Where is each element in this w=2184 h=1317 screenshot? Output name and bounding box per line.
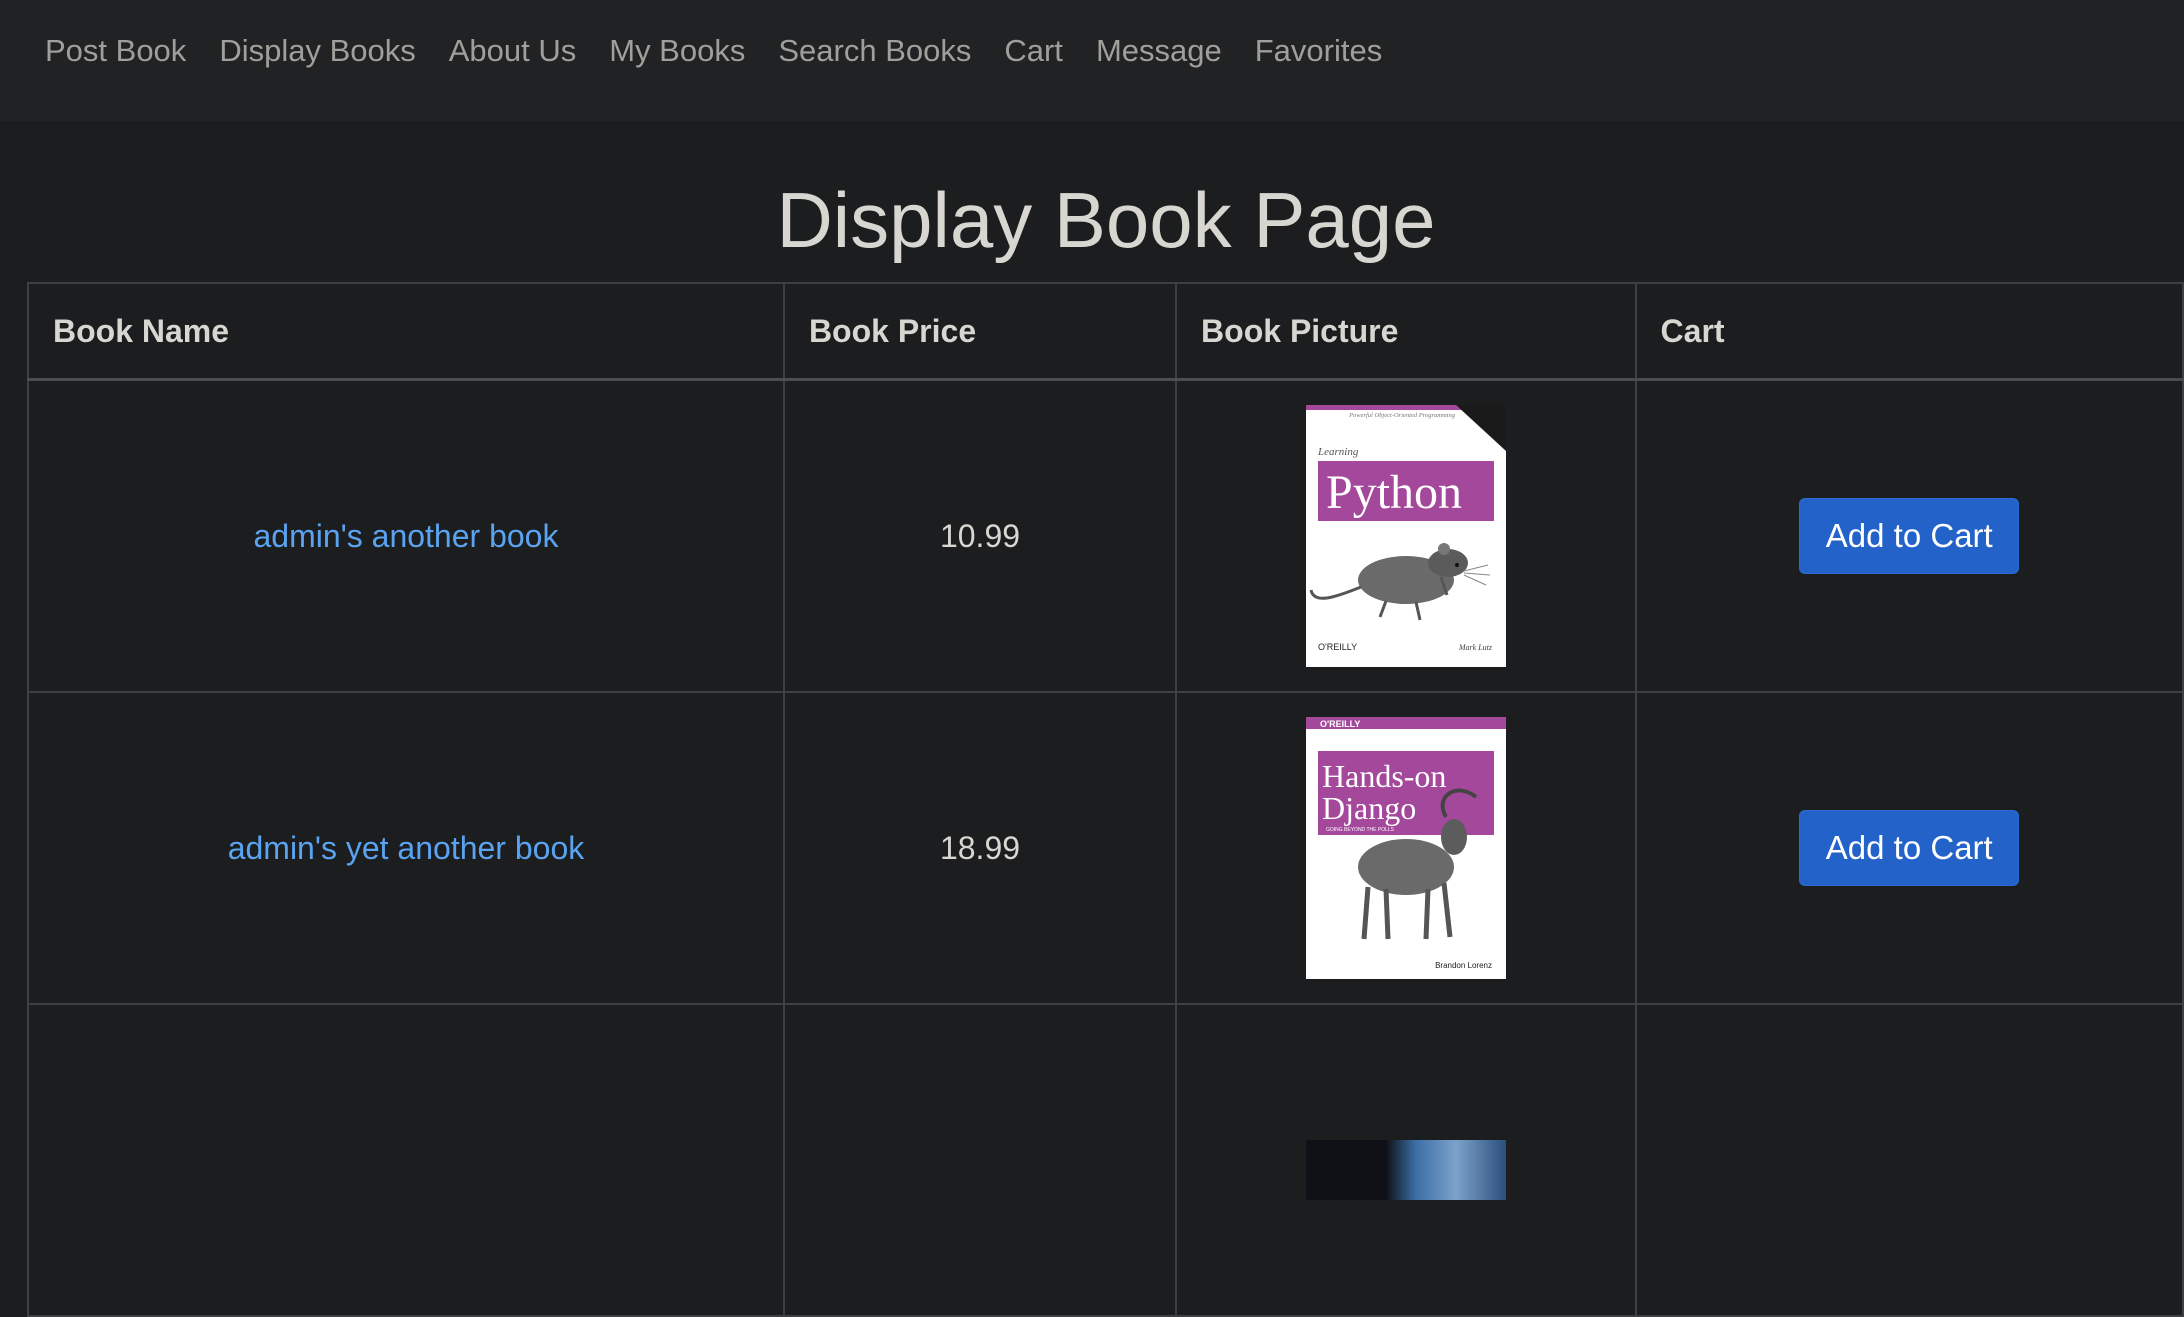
cart-cell: Add to Cart — [1634, 691, 2184, 1005]
book-table: Book Name Book Price Book Picture Cart a… — [27, 282, 2184, 1317]
nav-my-books[interactable]: My Books — [609, 28, 745, 74]
header-book-picture: Book Picture — [1175, 282, 1637, 381]
book-cover-image — [1305, 1139, 1506, 1200]
python-cover-art: Powerful Object-Oriented Programming Lea… — [1305, 405, 1506, 667]
header-book-name: Book Name — [27, 282, 785, 381]
nav-search-books[interactable]: Search Books — [778, 28, 971, 74]
add-to-cart-button[interactable]: Add to Cart — [1799, 498, 2020, 574]
nav-post-book[interactable]: Post Book — [45, 28, 186, 74]
top-navbar: Post Book Display Books About Us My Book… — [0, 0, 2184, 121]
book-picture-cell: O'REILLY Hands-on Django GOING BEYOND TH… — [1175, 691, 1637, 1005]
table-header-row: Book Name Book Price Book Picture Cart — [27, 282, 2184, 381]
nav-about-us[interactable]: About Us — [449, 28, 577, 74]
page-title: Display Book Page — [776, 176, 1436, 264]
svg-text:Brandon Lorenz: Brandon Lorenz — [1435, 961, 1492, 970]
book-price-cell: 18.99 — [782, 691, 1178, 1005]
svg-text:Django: Django — [1322, 790, 1416, 826]
header-book-price: Book Price — [782, 282, 1178, 381]
book-price: 10.99 — [939, 517, 1021, 554]
table-row — [27, 1003, 2184, 1317]
table-row: admin's yet another book 18.99 O'REILLY … — [27, 691, 2184, 1005]
book-price-cell — [782, 1003, 1178, 1317]
book-name-link[interactable]: admin's yet another book — [228, 830, 585, 866]
svg-text:O'REILLY: O'REILLY — [1320, 719, 1360, 729]
add-to-cart-button[interactable]: Add to Cart — [1799, 810, 2020, 886]
book-picture-cell: Powerful Object-Oriented Programming Lea… — [1175, 378, 1637, 693]
svg-text:Mark Lutz: Mark Lutz — [1458, 643, 1493, 652]
book-name-link[interactable]: admin's another book — [253, 518, 558, 554]
svg-text:Python: Python — [1326, 466, 1462, 519]
cart-cell — [1634, 1003, 2184, 1317]
svg-text:O'REILLY: O'REILLY — [1318, 642, 1357, 652]
book-price: 18.99 — [939, 829, 1021, 866]
nav-favorites[interactable]: Favorites — [1255, 28, 1382, 74]
book-price-cell: 10.99 — [782, 378, 1178, 693]
book-name-cell: admin's yet another book — [27, 691, 785, 1005]
svg-text:Hands-on: Hands-on — [1322, 758, 1446, 794]
table-row: admin's another book 10.99 Powerful Obje… — [27, 378, 2184, 693]
nav-list: Post Book Display Books About Us My Book… — [45, 28, 1382, 74]
nav-message[interactable]: Message — [1096, 28, 1222, 74]
book-cover-image: Powerful Object-Oriented Programming Lea… — [1305, 405, 1506, 667]
svg-text:Powerful Object-Oriented Progr: Powerful Object-Oriented Programming — [1348, 412, 1456, 419]
nav-cart[interactable]: Cart — [1004, 28, 1063, 74]
book-name-cell — [27, 1003, 785, 1317]
header-cart: Cart — [1634, 282, 2184, 381]
book-cover-image: O'REILLY Hands-on Django GOING BEYOND TH… — [1305, 717, 1506, 979]
nav-display-books[interactable]: Display Books — [219, 28, 415, 74]
book-name-cell: admin's another book — [27, 378, 785, 693]
svg-text:Learning: Learning — [1317, 446, 1359, 458]
svg-text:GOING BEYOND THE POLLS: GOING BEYOND THE POLLS — [1326, 827, 1395, 833]
book-picture-cell — [1175, 1003, 1637, 1317]
django-cover-art: O'REILLY Hands-on Django GOING BEYOND TH… — [1305, 717, 1506, 979]
cart-cell: Add to Cart — [1634, 378, 2184, 693]
